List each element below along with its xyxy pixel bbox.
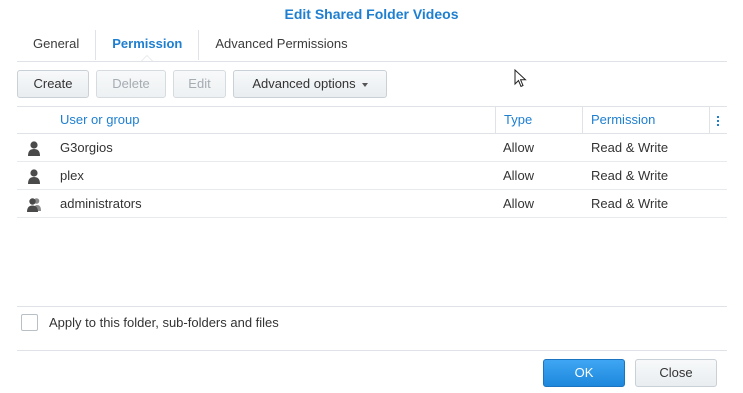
edit-button[interactable]: Edit xyxy=(173,70,226,98)
group-icon xyxy=(27,198,41,212)
tab-permission-label: Permission xyxy=(112,36,183,51)
table-row[interactable]: plex Allow Read & Write xyxy=(17,162,727,190)
row-type: Allow xyxy=(503,140,535,155)
user-icon xyxy=(28,141,40,156)
tab-permission[interactable]: Permission xyxy=(95,30,198,61)
row-user-name: plex xyxy=(60,168,84,183)
row-permission: Read & Write xyxy=(591,168,669,183)
permission-grid: User or group Type Permission G3orgios A… xyxy=(17,106,727,218)
column-header-user-or-group[interactable]: User or group xyxy=(52,107,495,133)
tab-general-label: General xyxy=(33,36,80,51)
table-row[interactable]: administrators Allow Read & Write xyxy=(17,190,727,218)
footer-divider xyxy=(17,350,727,351)
apply-subfolders-label: Apply to this folder, sub-folders and fi… xyxy=(49,315,279,330)
row-type: Allow xyxy=(503,168,535,183)
row-permission: Read & Write xyxy=(591,140,669,155)
user-icon xyxy=(28,169,40,184)
advanced-options-button[interactable]: Advanced options xyxy=(233,70,387,98)
grid-bottom-divider xyxy=(17,306,727,307)
tab-general[interactable]: General xyxy=(17,30,95,60)
close-button[interactable]: Close xyxy=(635,359,717,387)
dialog-title: Edit Shared Folder Videos xyxy=(284,6,459,22)
column-header-permission[interactable]: Permission xyxy=(582,107,709,133)
grid-header: User or group Type Permission xyxy=(17,106,727,134)
ok-button[interactable]: OK xyxy=(543,359,625,387)
column-menu-icon[interactable] xyxy=(709,107,727,133)
mouse-pointer-icon xyxy=(514,69,527,88)
row-user-name: G3orgios xyxy=(60,140,113,155)
row-group-name: administrators xyxy=(60,196,142,211)
tab-advanced-permissions-label: Advanced Permissions xyxy=(215,36,348,51)
chevron-down-icon xyxy=(361,82,368,87)
tab-advanced-permissions[interactable]: Advanced Permissions xyxy=(198,30,363,60)
apply-subfolders-checkbox[interactable] xyxy=(21,314,38,331)
advanced-options-label: Advanced options xyxy=(252,76,356,91)
row-permission: Read & Write xyxy=(591,196,669,211)
tab-divider xyxy=(17,61,727,62)
tab-bar: General Permission Advanced Permissions xyxy=(17,30,364,61)
row-type: Allow xyxy=(503,196,535,211)
table-row[interactable]: G3orgios Allow Read & Write xyxy=(17,134,727,162)
create-button[interactable]: Create xyxy=(17,70,89,98)
delete-button[interactable]: Delete xyxy=(96,70,166,98)
column-header-type[interactable]: Type xyxy=(495,107,582,133)
